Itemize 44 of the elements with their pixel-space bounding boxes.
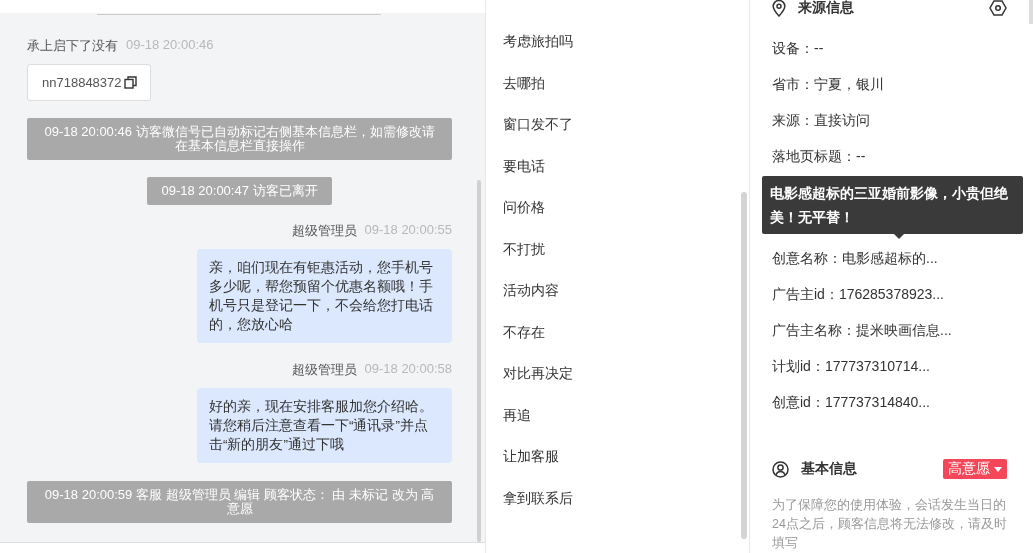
quick-reply-item[interactable]: 不打扰 (486, 234, 749, 276)
info-row-text: 创意名称：电影感超标的... (772, 249, 939, 268)
section-title: 基本信息 (801, 460, 857, 478)
info-row-text: 广告主id：176285378923... (772, 285, 945, 304)
caret-icon (994, 466, 1002, 472)
message-time: 09-18 20:00:46 (126, 37, 214, 54)
quick-reply-item[interactable]: 要电话 (486, 151, 749, 193)
tooltip-arrow (894, 234, 904, 239)
quick-reply-item[interactable]: 不存在 (486, 317, 749, 359)
info-row-text: 设备：-- (772, 39, 825, 58)
notice-text: 为了保障您的使用体验，会话发生当日的24点之后，顾客信息将无法修改，请及时填写 (772, 497, 1008, 552)
status-dropdown[interactable]: 高意愿 (943, 459, 1007, 479)
sender-name: 超级管理员 (291, 222, 357, 240)
info-row-text: 创意id：177737314840... (772, 393, 931, 412)
system-notice: 09-18 20:00:59 客服 超级管理员 编辑 顾客状态： 由 未标记 改为 高意愿 (27, 481, 452, 523)
message-text: nn718848372 (42, 75, 122, 90)
quick-reply-item[interactable]: 拿到联系后 (486, 483, 749, 525)
message-time: 09-18 20:00:55 (364, 222, 452, 239)
section-title: 来源信息 (798, 0, 854, 17)
copy-icon[interactable] (123, 76, 137, 89)
quick-reply-item[interactable]: 对比再决定 (486, 359, 749, 401)
sender-name: 超级管理员 (291, 361, 357, 379)
user-icon (772, 460, 789, 478)
info-row-text: 来源：直接访问 (772, 111, 871, 130)
quick-reply-item[interactable]: 再追 (486, 400, 749, 442)
info-row-text: 省市：宁夏，银川 (772, 75, 885, 94)
quick-reply-item[interactable]: 让加客服 (486, 442, 749, 484)
info-row-text: 落地页标题：-- (772, 147, 867, 166)
system-notice: 09-18 20:00:46 访客微信号已自动标记右侧基本信息栏，如需修改请在基本信息栏直接操作 (27, 118, 452, 160)
quick-reply-item[interactable]: 考虑旅拍吗 (486, 27, 749, 69)
quick-reply-item[interactable]: 活动内容 (486, 276, 749, 318)
message-time: 09-18 20:00:58 (364, 361, 452, 378)
quick-reply-item[interactable]: 问价格 (486, 193, 749, 235)
info-row-text: 广告主名称：提米映画信息... (772, 321, 953, 340)
message-bubble: 好的亲，现在安排客服加您介绍哈。请您稍后注意查看一下“通讯录”并点击“新的朋友”通过下哦 (197, 388, 452, 463)
location-pin-icon (772, 0, 786, 17)
message-bubble: 亲，咱们现在有钜惠活动，您手机号多少呢，帮您预留个优惠名额哦！手机号只是登记一下，不会给您打电话的，您放心哈 (197, 249, 452, 343)
settings-icon[interactable] (989, 0, 1007, 17)
sender-name: 承上启下了没有 (27, 37, 118, 55)
system-notice: 09-18 20:00:47 访客已离开 (147, 177, 332, 205)
tooltip: 电影感超标的三亚婚前影像，小贵但绝美！无平替！ (762, 176, 1023, 234)
quick-reply-item[interactable]: 去哪拍 (486, 68, 749, 110)
info-row-text: 计划id：177737310714... (772, 357, 931, 376)
quick-reply-item[interactable]: 窗口发不了 (486, 110, 749, 152)
